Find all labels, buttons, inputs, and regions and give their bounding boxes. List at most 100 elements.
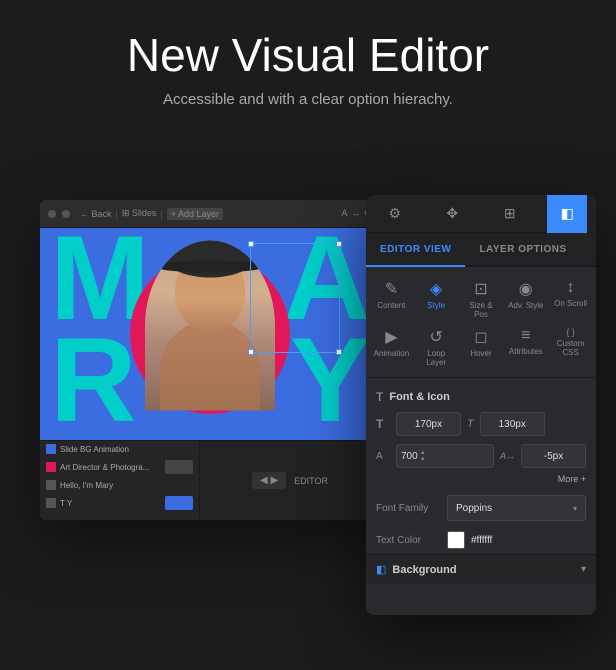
editor-bottom: Slide BG Animation Art Director & Photog… bbox=[40, 440, 380, 520]
layers-panel: Slide BG Animation Art Director & Photog… bbox=[40, 441, 200, 520]
attributes-icon: ≡ bbox=[521, 327, 530, 345]
layer-item-2[interactable]: Art Director & Photogra... bbox=[40, 457, 199, 477]
tab-layer-options[interactable]: LAYER OPTIONS bbox=[465, 232, 580, 266]
content-tabs-row2: ▶ Animation ↺ Loop Layer ◻ Hover ≡ Attri… bbox=[366, 323, 596, 377]
layer-thumb-4 bbox=[165, 496, 193, 510]
layers-icon: ⊞ bbox=[504, 205, 516, 222]
spacing-input[interactable]: -5px bbox=[521, 444, 586, 468]
editor-topbar: ← Back | ⊞ Slides | + Add Layer A ↔ ⟳ bbox=[40, 200, 380, 228]
canvas-main[interactable]: M A R Y bbox=[40, 228, 380, 440]
layer-item-1[interactable]: Slide BG Animation bbox=[40, 441, 199, 457]
size-sep1: T bbox=[467, 418, 474, 430]
panel-tab-move[interactable]: ✥ bbox=[432, 195, 472, 233]
tab-onscroll-label: On Scroll bbox=[554, 299, 587, 308]
timeline-play[interactable]: ◀ ▶ bbox=[252, 472, 286, 489]
panel-divider bbox=[366, 377, 596, 378]
hero-title: New Visual Editor bbox=[0, 30, 616, 81]
tab-attributes[interactable]: ≡ Attributes bbox=[504, 323, 547, 371]
nav-sep2: | bbox=[160, 209, 162, 219]
size2-input[interactable]: 130px bbox=[480, 412, 545, 436]
nav-add-layer[interactable]: + Add Layer bbox=[167, 208, 223, 220]
letter-y: Y bbox=[290, 320, 370, 440]
hover-icon: ◻ bbox=[474, 327, 487, 347]
font-icon-section-icon: T bbox=[376, 390, 383, 404]
person-silhouette bbox=[145, 241, 275, 411]
letter-r: R bbox=[50, 320, 137, 440]
size1-input[interactable]: 170px bbox=[396, 412, 461, 436]
tab-animation-label: Animation bbox=[374, 349, 410, 358]
arrow-down: ▼ bbox=[420, 457, 426, 463]
canvas-area: M A R Y bbox=[40, 228, 380, 440]
tab-hover[interactable]: ◻ Hover bbox=[460, 323, 503, 371]
person-head bbox=[175, 251, 245, 331]
content-tabs-row1: ✎ Content ◈ Style ⊡ Size & Pos ◉ Adv. St… bbox=[366, 267, 596, 323]
weight-stepper[interactable]: 700 ▲ ▼ bbox=[396, 444, 494, 468]
layer-thumb-2 bbox=[165, 460, 193, 474]
weight-label: A bbox=[376, 451, 390, 462]
layer-name-4: T Y bbox=[60, 499, 72, 508]
nav-sep: | bbox=[116, 209, 118, 219]
looplayer-icon: ↺ bbox=[429, 327, 442, 347]
layer-item-4[interactable]: T Y bbox=[40, 493, 199, 513]
color-hex-value: #ffffff bbox=[471, 535, 492, 546]
layer-icon-1 bbox=[46, 444, 56, 454]
advstyle-icon: ◉ bbox=[519, 279, 533, 299]
person-body bbox=[160, 321, 260, 411]
layer-name-2: Art Director & Photogra... bbox=[60, 463, 149, 472]
nav-resize[interactable]: ↔ bbox=[351, 208, 360, 219]
tab-style[interactable]: ◈ Style bbox=[415, 275, 458, 323]
font-icon-section-header[interactable]: T Font & Icon bbox=[366, 384, 596, 408]
editor-view-label: EDITOR VIEW bbox=[380, 244, 451, 255]
more-link[interactable]: More + bbox=[366, 472, 596, 490]
topbar-dot-2 bbox=[62, 210, 70, 218]
panel-tab-settings[interactable]: ⚙ bbox=[375, 195, 415, 233]
color-swatch[interactable] bbox=[447, 531, 465, 549]
topbar-nav: ← Back | ⊞ Slides | + Add Layer bbox=[80, 208, 223, 220]
font-icon-section-title: Font & Icon bbox=[389, 391, 450, 403]
sizepos-icon: ⊡ bbox=[474, 279, 487, 299]
panel-tab-layers[interactable]: ⊞ bbox=[490, 195, 530, 233]
panel-tab-stack[interactable]: ◧ bbox=[547, 195, 587, 233]
background-chevron-icon: ▾ bbox=[581, 564, 586, 575]
background-section[interactable]: ◧ Background ▾ bbox=[366, 554, 596, 584]
text-color-control[interactable]: #ffffff bbox=[447, 531, 586, 549]
tab-advstyle-label: Adv. Style bbox=[508, 301, 543, 310]
font-size-row1: T 170px T 130px bbox=[366, 408, 596, 440]
layer-icon-3 bbox=[46, 480, 56, 490]
gear-icon: ⚙ bbox=[388, 205, 401, 222]
tab-editor-view[interactable]: EDITOR VIEW bbox=[366, 233, 465, 267]
size1-value: 170px bbox=[415, 419, 442, 430]
chevron-down-icon: ▾ bbox=[573, 504, 577, 513]
tab-animation[interactable]: ▶ Animation bbox=[370, 323, 413, 371]
timeline-area: ◀ ▶ EDITOR bbox=[200, 441, 380, 520]
tab-advstyle[interactable]: ◉ Adv. Style bbox=[504, 275, 547, 323]
person-hat bbox=[163, 241, 257, 278]
editor-preview: ← Back | ⊞ Slides | + Add Layer A ↔ ⟳ M … bbox=[40, 200, 380, 520]
content-icon: ✎ bbox=[385, 279, 398, 299]
panel-view-tabs: EDITOR VIEW LAYER OPTIONS bbox=[366, 233, 596, 267]
tab-attributes-label: Attributes bbox=[509, 347, 543, 356]
tab-onscroll[interactable]: ↕ On Scroll bbox=[549, 275, 592, 323]
layer-item-3[interactable]: Hello, I'm Mary bbox=[40, 477, 199, 493]
tab-customcss[interactable]: { } Custom CSS bbox=[549, 323, 592, 371]
font-weight-row2: A 700 ▲ ▼ A↔ -5px bbox=[366, 440, 596, 472]
stepper-arrows: ▲ ▼ bbox=[420, 450, 426, 463]
background-icon: ◧ bbox=[376, 563, 386, 576]
timeline-label: EDITOR bbox=[294, 476, 328, 486]
hero-subtitle: Accessible and with a clear option hiera… bbox=[0, 91, 616, 108]
font-family-row: Font Family Poppins ▾ bbox=[366, 490, 596, 526]
weight-value: 700 bbox=[401, 451, 418, 462]
layer-options-label: LAYER OPTIONS bbox=[479, 244, 566, 255]
background-label: Background bbox=[392, 564, 456, 576]
tab-sizepos[interactable]: ⊡ Size & Pos bbox=[460, 275, 503, 323]
move-icon: ✥ bbox=[446, 205, 458, 222]
tab-looplayer[interactable]: ↺ Loop Layer bbox=[415, 323, 458, 371]
tab-sizepos-label: Size & Pos bbox=[462, 301, 501, 319]
style-icon: ◈ bbox=[430, 279, 442, 299]
tab-content[interactable]: ✎ Content bbox=[370, 275, 413, 323]
nav-back[interactable]: ← Back bbox=[80, 209, 112, 219]
font-family-label: Font Family bbox=[376, 503, 441, 514]
nav-slides[interactable]: ⊞ Slides bbox=[122, 208, 157, 219]
layer-name-3: Hello, I'm Mary bbox=[60, 481, 113, 490]
font-family-dropdown[interactable]: Poppins ▾ bbox=[447, 495, 586, 521]
